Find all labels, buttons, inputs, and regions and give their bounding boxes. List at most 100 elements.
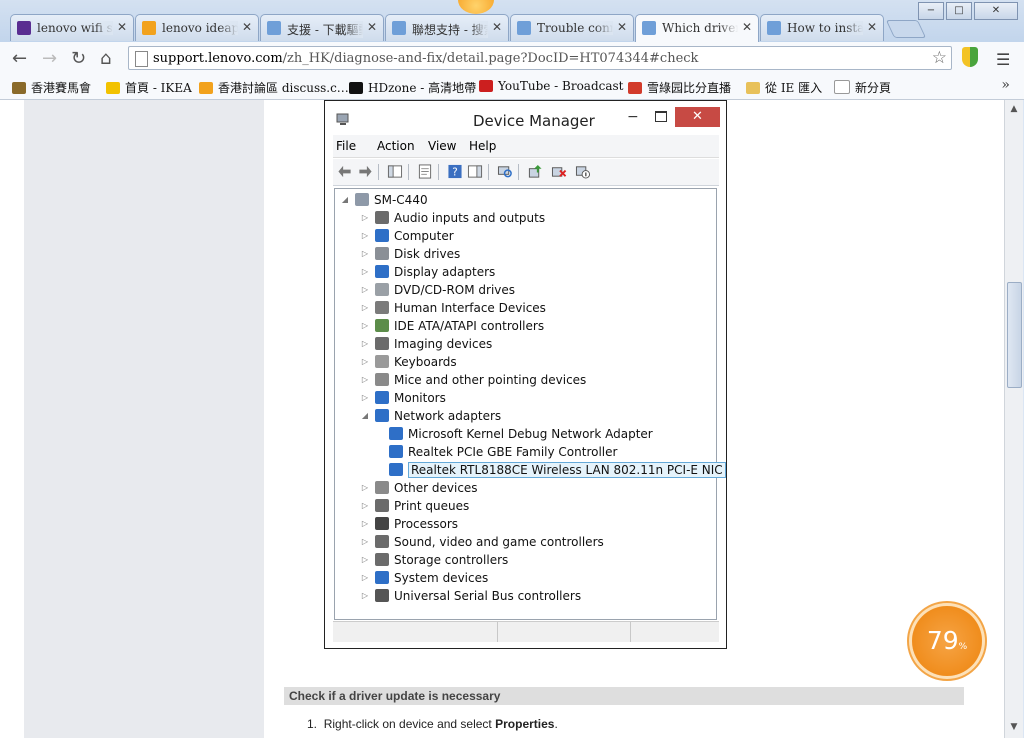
device-category-icon (375, 301, 389, 314)
tab-title: lenovo wifi set (37, 21, 113, 35)
bookmark-item[interactable]: 新分頁 (834, 79, 891, 96)
bookmark-item[interactable]: 雪綠园比分直播 (628, 79, 731, 96)
tree-category: ▷ Human Interface Devices (359, 299, 546, 317)
bookmark-label: YouTube - Broadcast … (498, 79, 640, 93)
tab-favicon-icon (767, 21, 781, 35)
scroll-down-icon[interactable]: ▼ (1007, 722, 1021, 734)
close-window-button[interactable]: ✕ (974, 2, 1018, 20)
tab-5[interactable]: Which driver s ✕ (635, 14, 759, 42)
tree-device: Realtek RTL8188CE Wireless LAN 802.11n P… (385, 461, 726, 479)
expand-arrow-icon: ▷ (361, 285, 369, 294)
expand-arrow-icon: ▷ (361, 555, 369, 564)
tab-close-icon[interactable]: ✕ (617, 20, 627, 34)
tab-6[interactable]: How to install d ✕ (760, 14, 884, 41)
bookmark-item[interactable]: 從 IE 匯入 (746, 79, 822, 96)
browser-orb (458, 0, 494, 14)
help-icon: ? (448, 164, 462, 178)
tree-label: Storage controllers (394, 553, 509, 567)
expand-arrow-icon: ▷ (361, 375, 369, 384)
tree-category: ▷ Disk drives (359, 245, 460, 263)
device-category-icon (375, 535, 389, 548)
bookmark-item[interactable]: YouTube - Broadcast … (479, 79, 639, 93)
tab-4[interactable]: Trouble conne ✕ (510, 14, 634, 41)
tree-label: DVD/CD-ROM drives (394, 283, 516, 297)
bookmark-item[interactable]: 香港賽馬會 (12, 79, 91, 96)
expand-arrow-icon: ▷ (361, 393, 369, 402)
new-tab-button[interactable] (885, 20, 927, 38)
bookmarks-bar: 香港賽馬會 首頁 - IKEA 香港討論區 discuss.c… HDzone - 高… (0, 74, 1024, 100)
dm-toolbar: ? (333, 159, 719, 186)
tab-3[interactable]: 聯想支持 - 搜索 ✕ (385, 14, 509, 41)
home-icon[interactable]: ⌂ (100, 48, 111, 69)
tree-root: ◢ SM-C440 (339, 191, 428, 209)
tree-category: ▷ Mice and other pointing devices (359, 371, 586, 389)
bookmark-label: 從 IE 匯入 (765, 81, 823, 95)
tree-category: ▷ Display adapters (359, 263, 495, 281)
reload-icon[interactable]: ↻ (71, 48, 86, 69)
bookmark-label: 雪綠园比分直播 (647, 81, 732, 95)
expand-arrow-icon: ▷ (361, 267, 369, 276)
expand-arrow-icon: ▷ (361, 321, 369, 330)
device-tree: ◢ SM-C440 ▷ Audio inputs and outputs ▷ Comput… (334, 188, 726, 620)
browser-toolbar: ← → ↻ ⌂ support.lenovo.com/zh_HK/diagnos… (0, 42, 1024, 75)
bookmark-item[interactable]: HDzone - 高清地帶 (349, 79, 476, 96)
bookmark-label: 香港討論區 discuss.c… (218, 81, 349, 95)
tab-1[interactable]: lenovo ideapad ✕ (135, 14, 259, 41)
left-sidebar (24, 100, 264, 738)
tab-favicon-icon (517, 21, 531, 35)
tree-category: ▷ Processors (359, 515, 458, 533)
maximize-button[interactable]: □ (946, 2, 972, 20)
expand-arrow-icon: ▷ (361, 249, 369, 258)
score-badge[interactable]: 79% (912, 606, 982, 676)
tab-close-icon[interactable]: ✕ (117, 20, 127, 34)
bookmark-label: 新分頁 (855, 81, 892, 95)
tab-title: 聯想支持 - 搜索 (412, 21, 488, 38)
extension-shield-icon[interactable] (962, 47, 978, 67)
bookmark-star-icon[interactable]: ☆ (932, 48, 947, 68)
tab-title: How to install d (787, 21, 863, 35)
tree-label: Human Interface Devices (394, 301, 546, 315)
window-controls: − □ ✕ (918, 2, 1018, 20)
back-icon[interactable]: ← (12, 48, 27, 69)
bookmark-item[interactable]: 香港討論區 discuss.c… (199, 79, 349, 96)
scroll-up-icon[interactable]: ▲ (1007, 104, 1021, 116)
tree-category: ▷ Computer (359, 227, 454, 245)
scroll-thumb[interactable] (1007, 282, 1022, 388)
tree-label: Network adapters (394, 409, 502, 423)
device-category-icon (375, 265, 389, 278)
address-bar[interactable]: support.lenovo.com/zh_HK/diagnose-and-fi… (128, 46, 952, 70)
forward-icon[interactable]: → (42, 48, 57, 69)
tab-close-icon[interactable]: ✕ (367, 20, 377, 34)
tree-label: Disk drives (394, 247, 461, 261)
bookmark-icon (746, 82, 760, 94)
tab-0[interactable]: lenovo wifi set ✕ (10, 14, 134, 41)
expand-arrow-icon: ▷ (361, 231, 369, 240)
expand-arrow-icon: ▷ (361, 573, 369, 582)
tree-label: Universal Serial Bus controllers (394, 589, 582, 603)
page-content: Device Manager − ✕ File Action View Help… (0, 100, 1004, 738)
vertical-scrollbar[interactable]: ▲ ▼ (1004, 100, 1023, 738)
tree-label: Realtek RTL8188CE Wireless LAN 802.11n P… (408, 462, 726, 478)
bookmark-item[interactable]: 首頁 - IKEA (106, 79, 192, 96)
tree-category: ◢ Network adapters (359, 407, 501, 425)
show-hide-tree-icon (387, 165, 403, 178)
action-pane-icon (467, 165, 483, 178)
tree-label: Audio inputs and outputs (394, 211, 546, 225)
tree-device: Microsoft Kernel Debug Network Adapter (385, 425, 653, 443)
tab-close-icon[interactable]: ✕ (867, 20, 877, 34)
tab-close-icon[interactable]: ✕ (742, 20, 752, 34)
minimize-button[interactable]: − (918, 2, 944, 20)
bookmarks-overflow-icon[interactable]: » (1001, 77, 1010, 93)
tree-category: ▷ IDE ATA/ATAPI controllers (359, 317, 544, 335)
url-text[interactable]: support.lenovo.com/zh_HK/diagnose-and-fi… (153, 51, 698, 66)
tab-2[interactable]: 支援 - 下載驅動 ✕ (260, 14, 384, 41)
tab-close-icon[interactable]: ✕ (242, 20, 252, 34)
bookmark-icon (199, 82, 213, 94)
tab-title: 支援 - 下載驅動 (287, 21, 363, 38)
tab-close-icon[interactable]: ✕ (492, 20, 502, 34)
tree-label: Mice and other pointing devices (394, 373, 587, 387)
menu-icon[interactable]: ☰ (996, 50, 1010, 69)
device-category-icon (375, 355, 389, 368)
bookmark-label: HDzone - 高清地帶 (368, 81, 477, 95)
device-category-icon (375, 373, 389, 386)
